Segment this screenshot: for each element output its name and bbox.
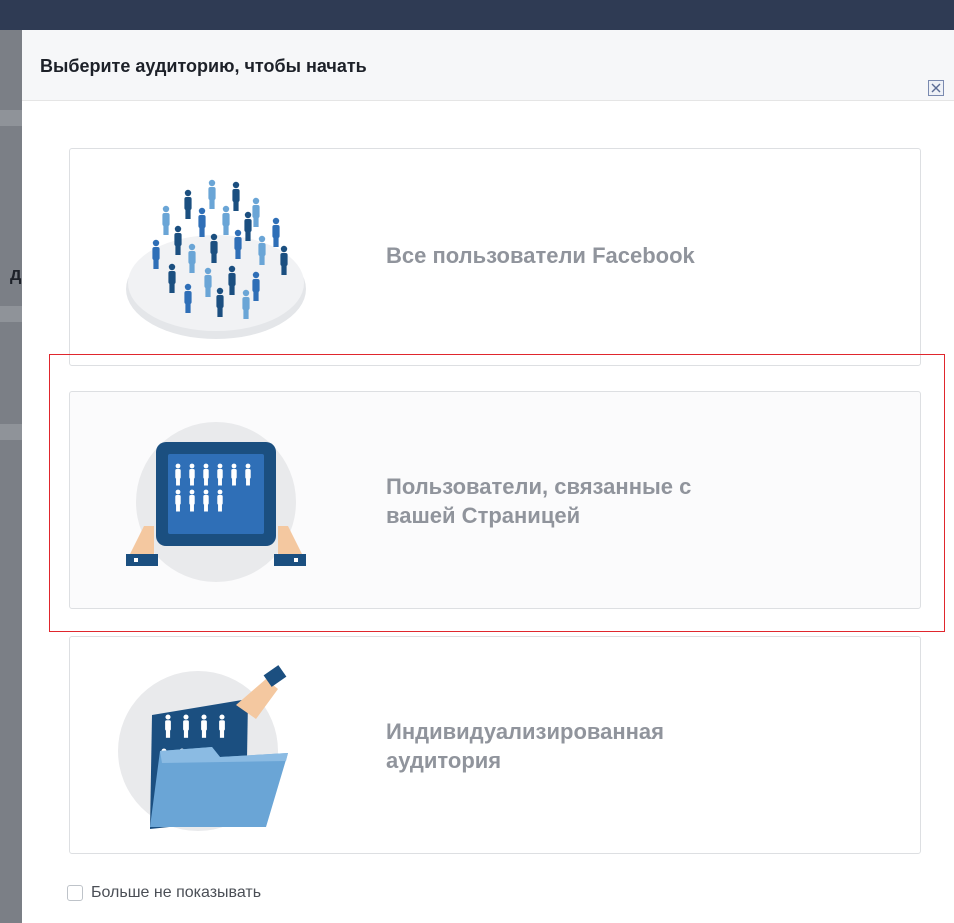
option-page-connections[interactable]: Пользователи, связанные с вашей Странице…	[69, 391, 921, 609]
close-button[interactable]	[928, 80, 944, 96]
option-custom-audience[interactable]: Индивидуализированная аудитория	[69, 636, 921, 854]
option-all-facebook-users[interactable]: Все пользователи Facebook	[69, 148, 921, 366]
page-background-strip	[0, 30, 22, 923]
option-label: Индивидуализированная аудитория	[386, 719, 665, 773]
option-label: Все пользователи Facebook	[386, 243, 695, 268]
dialog-title: Выберите аудиторию, чтобы начать	[40, 56, 367, 76]
page-topbar	[0, 0, 954, 30]
dont-show-checkbox[interactable]	[67, 885, 83, 901]
audience-dialog: Выберите аудиторию, чтобы начать Все пол…	[22, 30, 954, 923]
folder-audience-icon	[118, 665, 288, 831]
dialog-header: Выберите аудиторию, чтобы начать	[22, 30, 954, 101]
option-label: Пользователи, связанные с вашей Странице…	[386, 474, 692, 528]
tablet-audience-icon	[126, 422, 306, 582]
dont-show-label: Больше не показывать	[91, 884, 262, 901]
crowd-icon	[126, 179, 306, 339]
close-icon	[931, 83, 941, 93]
page-background-text: д	[10, 264, 22, 284]
